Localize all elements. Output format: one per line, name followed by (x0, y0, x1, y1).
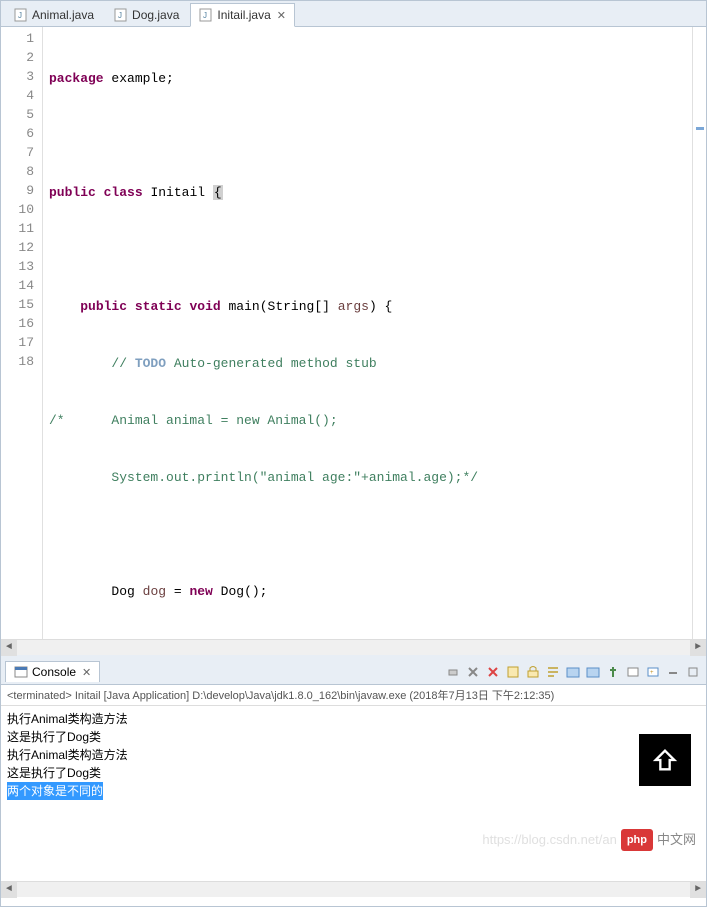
minimize-button[interactable] (664, 663, 682, 681)
console-line: 这是执行了Dog类 (7, 764, 700, 782)
line-number: 18 (1, 354, 42, 373)
maximize-button[interactable] (684, 663, 702, 681)
show-console-on-output-button[interactable] (564, 663, 582, 681)
horizontal-scrollbar[interactable]: ◄ ► (1, 639, 706, 655)
close-icon[interactable]: ✕ (82, 666, 91, 679)
line-number: 7 (1, 145, 42, 164)
line-number: 10 (1, 202, 42, 221)
php-logo-icon: php (621, 829, 653, 851)
svg-text:+: + (650, 669, 654, 676)
svg-text:J: J (118, 11, 122, 20)
line-number: 11 (1, 221, 42, 240)
code-area[interactable]: package example; public class Initail { … (43, 27, 692, 639)
show-console-on-error-button[interactable] (584, 663, 602, 681)
pin-console-button[interactable] (604, 663, 622, 681)
tab-dog[interactable]: J Dog.java (105, 3, 188, 26)
java-file-icon: J (114, 8, 128, 22)
console-header: Console ✕ + (1, 659, 706, 685)
overview-ruler[interactable] (692, 27, 706, 639)
remove-all-button[interactable] (464, 663, 482, 681)
line-number: 16 (1, 316, 42, 335)
console-line: 执行Animal类构造方法 (7, 746, 700, 764)
close-icon[interactable]: ✕ (277, 9, 286, 22)
open-console-button[interactable]: + (644, 663, 662, 681)
line-gutter: 1 2 3 4 5 6 7 8 9 10 11 12 13 14 15 16 1… (1, 27, 43, 639)
line-number: 15 (1, 297, 42, 316)
line-number: 8 (1, 164, 42, 183)
scroll-left-icon[interactable]: ◄ (1, 882, 17, 898)
tab-label: Initail.java (217, 8, 270, 22)
scroll-lock-button[interactable] (524, 663, 542, 681)
console-tab[interactable]: Console ✕ (5, 661, 100, 682)
line-number: 2 (1, 50, 42, 69)
tab-label: Dog.java (132, 8, 179, 22)
clear-console-button[interactable] (504, 663, 522, 681)
ruler-mark-icon (696, 127, 704, 130)
java-file-icon: J (14, 8, 28, 22)
line-number: 6 (1, 126, 42, 145)
scroll-right-icon[interactable]: ► (690, 640, 706, 656)
remove-launch-button[interactable] (444, 663, 462, 681)
tab-label: Animal.java (32, 8, 94, 22)
svg-text:J: J (18, 11, 22, 20)
remove-all-terminated-button[interactable] (484, 663, 502, 681)
editor-container: 1 2 3 4 5 6 7 8 9 10 11 12 13 14 15 16 1… (1, 27, 706, 639)
tab-animal[interactable]: J Animal.java (5, 3, 103, 26)
line-number: 13 (1, 259, 42, 278)
line-number: 3 (1, 69, 42, 88)
console-icon (14, 665, 28, 679)
editor-tabs-bar: J Animal.java J Dog.java J Initail.java … (1, 1, 706, 27)
console-status: <terminated> Initail [Java Application] … (1, 685, 706, 706)
console-line-selected: 两个对象是不同的 (7, 782, 103, 800)
line-number: 12 (1, 240, 42, 259)
console-line: 执行Animal类构造方法 (7, 710, 700, 728)
scroll-left-icon[interactable]: ◄ (1, 640, 17, 656)
line-number: 17 (1, 335, 42, 354)
word-wrap-button[interactable] (544, 663, 562, 681)
console-panel: Console ✕ + <terminated> Initail [Java A… (1, 655, 706, 897)
line-number: 1 (1, 31, 42, 50)
scroll-track[interactable] (17, 882, 690, 898)
line-number: 14 (1, 278, 42, 297)
line-number: 9 (1, 183, 42, 202)
display-selected-console-button[interactable] (624, 663, 642, 681)
scroll-right-icon[interactable]: ► (690, 882, 706, 898)
scroll-top-button[interactable] (639, 734, 691, 786)
console-toolbar: + (444, 663, 702, 681)
console-tab-label: Console (32, 665, 76, 679)
java-file-icon: J (199, 8, 213, 22)
watermark: https://blog.csdn.net/an php 中文网 (482, 829, 696, 851)
console-output[interactable]: 执行Animal类构造方法 这是执行了Dog类 执行Animal类构造方法 这是… (1, 706, 706, 881)
console-horizontal-scrollbar[interactable]: ◄ ► (1, 881, 706, 897)
tab-initail[interactable]: J Initail.java ✕ (190, 3, 295, 27)
scroll-track[interactable] (17, 640, 690, 656)
svg-text:J: J (203, 11, 207, 20)
console-line: 这是执行了Dog类 (7, 728, 700, 746)
line-number: 5 (1, 107, 42, 126)
line-number: 4 (1, 88, 42, 107)
